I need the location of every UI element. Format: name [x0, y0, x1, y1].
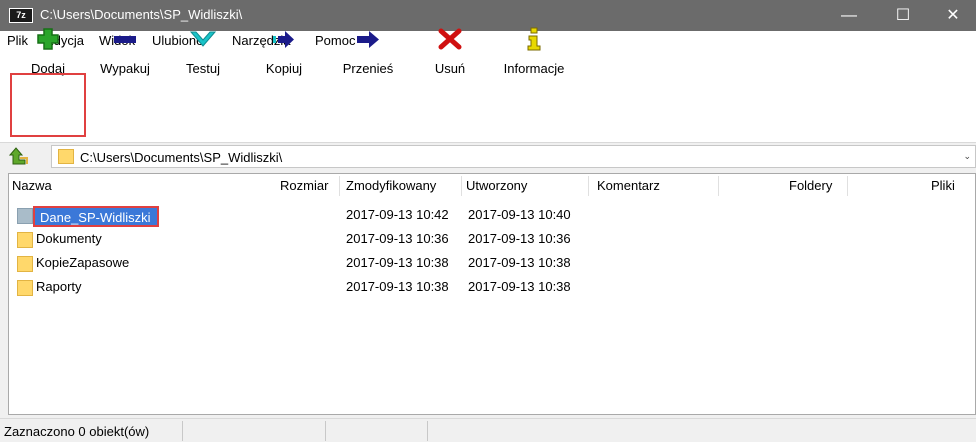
delete-button[interactable]: Usuń	[424, 21, 476, 85]
app-window: 7z C:\Users\Documents\SP_Widliszki\ — ☐ …	[0, 0, 976, 442]
move-arrow-icon	[357, 31, 379, 48]
column-divider[interactable]	[339, 176, 340, 196]
table-row[interactable]: Dokumenty 2017-09-13 10:36 2017-09-13 10…	[9, 228, 976, 252]
check-icon	[190, 31, 216, 47]
maximize-button[interactable]: ☐	[880, 0, 926, 31]
folder-icon	[17, 232, 33, 248]
created-cell: 2017-09-13 10:40	[468, 207, 571, 222]
folder-icon	[58, 149, 74, 164]
copy-button-label: Kopiuj	[265, 61, 303, 76]
path-field[interactable]: C:\Users\Documents\SP_Widliszki\ ⌄	[51, 145, 976, 168]
status-bar: Zaznaczono 0 obiekt(ów)	[0, 418, 976, 442]
column-divider[interactable]	[461, 176, 462, 196]
plus-icon	[37, 28, 59, 50]
created-cell: 2017-09-13 10:38	[468, 279, 571, 294]
delete-button-label: Usuń	[434, 61, 466, 76]
table-row[interactable]: Raporty 2017-09-13 10:38 2017-09-13 10:3…	[9, 276, 976, 300]
column-divider[interactable]	[588, 176, 589, 196]
copy-button[interactable]: Kopiuj	[254, 21, 314, 85]
folder-icon	[17, 280, 33, 296]
file-name: Dokumenty	[36, 231, 102, 246]
close-button[interactable]: ✕	[930, 0, 976, 31]
modified-cell: 2017-09-13 10:38	[346, 255, 449, 270]
status-divider	[427, 421, 428, 441]
add-button-highlight	[10, 73, 86, 137]
path-text: C:\Users\Documents\SP_Widliszki\	[80, 150, 283, 165]
status-divider	[182, 421, 183, 441]
test-button-label: Testuj	[186, 61, 220, 76]
file-list: Nazwa Rozmiar Zmodyfikowany Utworzony Ko…	[8, 173, 976, 415]
column-header-created[interactable]: Utworzony	[466, 174, 527, 198]
window-title: C:\Users\Documents\SP_Widliszki\	[40, 7, 243, 22]
file-name: KopieZapasowe	[36, 255, 130, 270]
move-button-label: Przenieś	[342, 61, 394, 76]
modified-cell: 2017-09-13 10:36	[346, 231, 449, 246]
minimize-button[interactable]: —	[826, 0, 872, 31]
table-row[interactable]: KopieZapasowe 2017-09-13 10:38 2017-09-1…	[9, 252, 976, 276]
minus-icon	[114, 36, 136, 43]
copy-arrow-icon	[273, 31, 294, 48]
column-divider[interactable]	[718, 176, 719, 196]
chevron-down-icon[interactable]: ⌄	[963, 151, 971, 162]
column-header-modified[interactable]: Zmodyfikowany	[346, 174, 436, 198]
test-button[interactable]: Testuj	[176, 21, 230, 85]
folder-up-icon[interactable]	[9, 146, 29, 166]
extract-button[interactable]: Wypakuj	[92, 21, 158, 85]
table-row[interactable]: Dane_SP-Widliszki 2017-09-13 10:42 2017-…	[9, 204, 976, 228]
file-name-selected[interactable]: Dane_SP-Widliszki	[33, 206, 159, 227]
file-name: Raporty	[36, 279, 82, 294]
info-button[interactable]: Informacje	[494, 21, 574, 85]
column-header-folders[interactable]: Foldery	[789, 174, 832, 198]
address-bar: C:\Users\Documents\SP_Widliszki\ ⌄	[0, 143, 976, 169]
info-icon	[527, 27, 541, 51]
folder-icon	[17, 256, 33, 272]
column-header-files[interactable]: Pliki	[931, 174, 955, 198]
created-cell: 2017-09-13 10:36	[468, 231, 571, 246]
column-header-comment[interactable]: Komentarz	[597, 174, 660, 198]
created-cell: 2017-09-13 10:38	[468, 255, 571, 270]
status-selection: Zaznaczono 0 obiekt(ów)	[4, 424, 150, 439]
modified-cell: 2017-09-13 10:42	[346, 207, 449, 222]
modified-cell: 2017-09-13 10:38	[346, 279, 449, 294]
info-button-label: Informacje	[503, 61, 565, 76]
status-divider	[325, 421, 326, 441]
folder-icon	[17, 208, 33, 224]
column-header-size[interactable]: Rozmiar	[280, 174, 328, 198]
move-button[interactable]: Przenieś	[336, 21, 400, 85]
column-divider[interactable]	[847, 176, 848, 196]
delete-x-icon	[438, 28, 462, 50]
extract-button-label: Wypakuj	[100, 61, 150, 76]
column-header-name[interactable]: Nazwa	[12, 174, 52, 198]
